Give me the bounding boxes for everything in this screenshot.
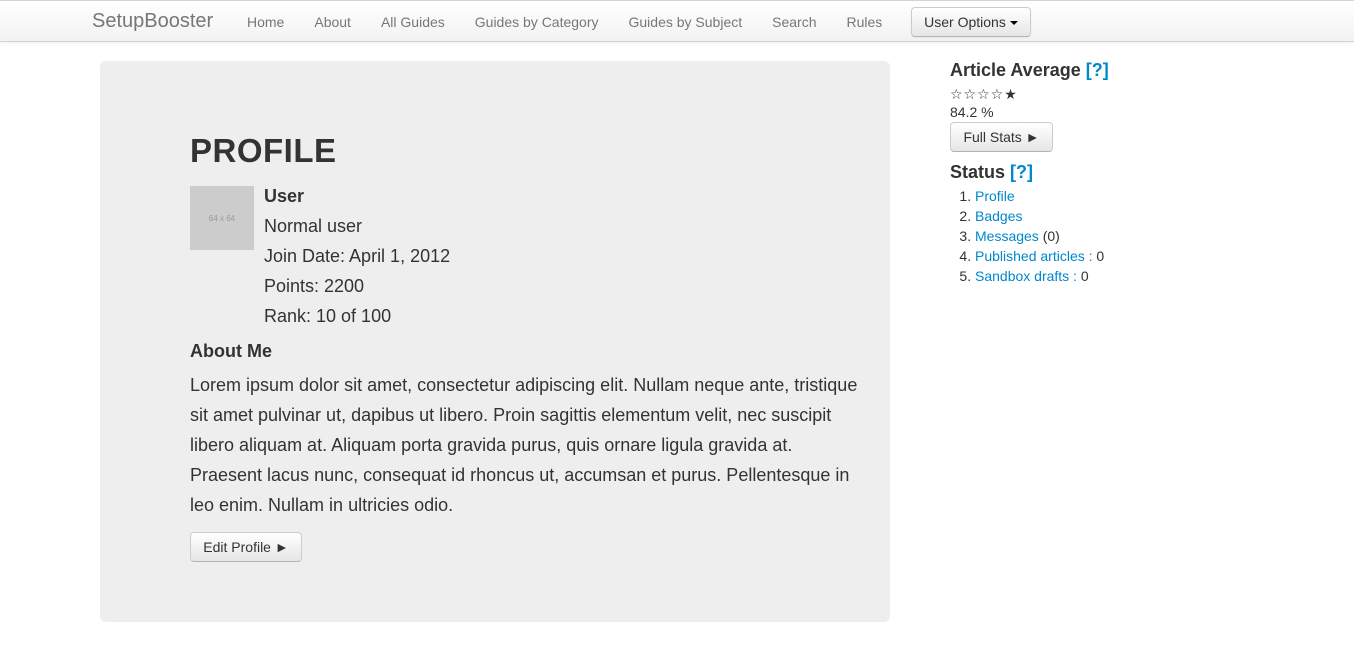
user-options-dropdown-button[interactable]: User Options	[911, 7, 1031, 37]
nav-item-about: About	[299, 1, 366, 41]
brand-logo-link[interactable]: SetupBooster	[92, 10, 213, 32]
nav-link-about[interactable]: About	[299, 1, 366, 41]
article-average-help-link[interactable]: [?]	[1086, 60, 1109, 80]
status-link-messages[interactable]: Messages	[975, 228, 1039, 244]
join-date: Join Date: April 1, 2012	[264, 246, 451, 266]
status-list: Profile Badges Messages (0) Published ar…	[950, 186, 1250, 286]
status-link-badges[interactable]: Badges	[975, 208, 1022, 224]
username: User	[264, 186, 305, 206]
list-item: Messages (0)	[975, 226, 1250, 246]
status-link-profile[interactable]: Profile	[975, 188, 1015, 204]
nav-link-search[interactable]: Search	[757, 1, 831, 41]
about-me-text: Lorem ipsum dolor sit amet, consectetur …	[190, 375, 858, 515]
nav-link-guides-by-category[interactable]: Guides by Category	[460, 1, 614, 41]
nav-item-rules: Rules	[831, 1, 897, 41]
about-me-heading: About Me	[190, 341, 272, 361]
avatar-placeholder-text: 64 x 64	[208, 213, 236, 223]
user-role: Normal user	[264, 216, 363, 236]
caret-down-icon	[1009, 21, 1018, 25]
sidebar: Article Average [?] ☆☆☆☆★ 84.2 % Full St…	[950, 58, 1250, 286]
nav-menu: Home About All Guides Guides by Category…	[232, 1, 897, 41]
nav-item-guides-by-subject: Guides by Subject	[614, 1, 758, 41]
nav-link-home[interactable]: Home	[232, 1, 299, 41]
nav-item-all-guides: All Guides	[366, 1, 460, 41]
nav-item-home: Home	[232, 1, 299, 41]
status-help-link[interactable]: [?]	[1010, 162, 1033, 182]
messages-count: (0)	[1038, 228, 1060, 244]
nav-item-guides-by-category: Guides by Category	[460, 1, 614, 41]
nav-link-rules[interactable]: Rules	[831, 1, 897, 41]
profile-panel: PROFILE 64 x 64 User Normal user Join Da…	[100, 61, 890, 622]
nav-link-guides-by-subject[interactable]: Guides by Subject	[614, 1, 758, 41]
list-item: Sandbox drafts : 0	[975, 266, 1250, 286]
avatar: 64 x 64	[190, 186, 254, 250]
list-item: Published articles : 0	[975, 246, 1250, 266]
edit-profile-button[interactable]: Edit Profile ►	[190, 532, 302, 562]
sandbox-drafts-count: 0	[1076, 268, 1089, 284]
user-rank: Rank: 10 of 100	[264, 306, 392, 326]
user-options-label: User Options	[924, 14, 1006, 30]
star-rating: ☆☆☆☆★	[950, 86, 1018, 102]
article-average-percent: 84.2 %	[950, 104, 994, 120]
status-label: Status	[950, 162, 1006, 182]
status-link-published-articles[interactable]: Published articles :	[975, 248, 1093, 264]
status-link-sandbox-drafts[interactable]: Sandbox drafts :	[975, 268, 1077, 284]
full-stats-button[interactable]: Full Stats ►	[950, 122, 1053, 152]
article-average-label: Article Average	[950, 60, 1081, 80]
top-navbar: SetupBooster Home About All Guides Guide…	[0, 0, 1354, 42]
article-average-heading: Article Average [?]	[950, 58, 1250, 82]
user-info: User Normal user Join Date: April 1, 201…	[264, 181, 450, 331]
nav-item-search: Search	[757, 1, 831, 41]
nav-link-all-guides[interactable]: All Guides	[366, 1, 460, 41]
status-heading: Status [?]	[950, 160, 1250, 184]
published-articles-count: 0	[1092, 248, 1105, 264]
user-points: Points: 2200	[264, 276, 365, 296]
page-title: PROFILE	[190, 132, 337, 169]
list-item: Profile	[975, 186, 1250, 206]
list-item: Badges	[975, 206, 1250, 226]
